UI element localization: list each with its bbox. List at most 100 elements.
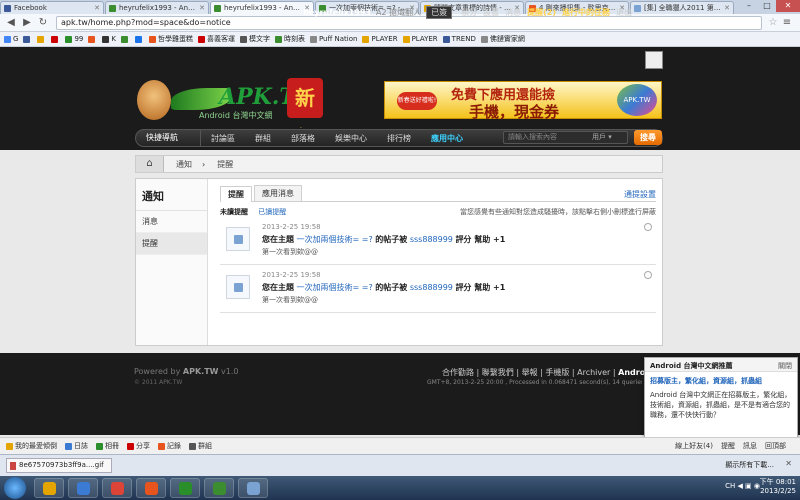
- reload-icon[interactable]: ↻: [36, 16, 50, 30]
- taskbar-app-button[interactable]: [238, 478, 268, 498]
- delete-notice-icon[interactable]: [644, 223, 652, 231]
- bookmark-item[interactable]: [51, 35, 60, 43]
- signed-badge[interactable]: 已簽: [426, 6, 453, 19]
- nav-item[interactable]: 排行榜: [377, 133, 421, 144]
- messages-link[interactable]: 消息: [505, 7, 521, 18]
- bookmark-item[interactable]: 喜義客運: [197, 34, 235, 44]
- tasks-link[interactable]: 進行中的任務: [562, 7, 610, 18]
- browser-tab[interactable]: heyrufelix1993 - Andr... ✕: [210, 1, 314, 14]
- close-tab-icon[interactable]: ✕: [199, 4, 205, 12]
- show-all-downloads-link[interactable]: 顯示所有下載...: [725, 460, 774, 470]
- delete-notice-icon[interactable]: [644, 271, 652, 279]
- notice-user-link[interactable]: sss888999: [410, 235, 453, 244]
- bookmark-item[interactable]: [23, 35, 32, 43]
- avatar[interactable]: [645, 51, 663, 69]
- close-window-button[interactable]: ✕: [776, 0, 800, 12]
- taskbar-app-button[interactable]: [136, 478, 166, 498]
- tab-app-messages[interactable]: 應用消息: [254, 185, 302, 201]
- system-tray[interactable]: CH ◀ ▣ ◉: [725, 482, 760, 490]
- bookmark-item[interactable]: 模文字: [239, 34, 270, 44]
- close-download-bar-icon[interactable]: ✕: [785, 459, 792, 468]
- points-link[interactable]: 積分: [461, 7, 477, 18]
- taskbar-app-button[interactable]: [68, 478, 98, 498]
- bottom-toolbar-item[interactable]: 記錄: [158, 441, 181, 451]
- notice-topic-link[interactable]: 一次加兩個技術= =?: [297, 235, 373, 244]
- footer-link[interactable]: Archiver: [577, 368, 610, 377]
- nav-item[interactable]: 應用中心: [421, 133, 473, 144]
- sidebar-item-messages[interactable]: 消息: [136, 211, 207, 233]
- notice-topic-link[interactable]: 一次加兩個技術= =?: [297, 283, 373, 292]
- tab-remind[interactable]: 提醒: [220, 186, 252, 202]
- taskbar-app-button[interactable]: [170, 478, 200, 498]
- popup-title-link[interactable]: 招募版主，繁化組，資源組，抓蟲組: [645, 372, 797, 388]
- search-type-select[interactable]: 用戶 ▾: [592, 132, 612, 142]
- bookmark-star-icon[interactable]: ☆: [766, 17, 780, 28]
- bottom-right-item[interactable]: 提醒: [721, 441, 735, 451]
- menu-icon[interactable]: ≡: [780, 16, 794, 30]
- footer-link[interactable]: 合作勸路: [442, 368, 474, 377]
- bookmark-item[interactable]: [88, 35, 97, 43]
- browser-tab[interactable]: [集] 全職獵人2011 第6... ✕: [630, 1, 734, 14]
- nav-item[interactable]: 娛樂中心: [325, 133, 377, 144]
- close-tab-icon[interactable]: ✕: [94, 4, 100, 12]
- bookmark-item[interactable]: PLAYER: [362, 35, 398, 43]
- home-icon[interactable]: ⌂: [136, 156, 164, 172]
- nav-item[interactable]: 群組: [245, 133, 281, 144]
- start-button[interactable]: [4, 477, 26, 499]
- bottom-toolbar-item[interactable]: 我的最愛傾倒: [6, 441, 57, 451]
- username-link[interactable]: heyrufelix1993: [303, 8, 371, 17]
- notice-user-link[interactable]: sss888999: [410, 283, 453, 292]
- site-logo[interactable]: APK.TW Android 台灣中文網 新年: [137, 76, 327, 150]
- unread-filter[interactable]: 未讀提醒: [220, 208, 248, 216]
- bottom-right-item[interactable]: 線上好友(4): [675, 441, 713, 451]
- taskbar-app-button[interactable]: [34, 478, 64, 498]
- bookmark-item[interactable]: PLAYER: [402, 35, 438, 43]
- download-item[interactable]: 8e67570973b3ff9a....gif: [6, 458, 112, 473]
- taskbar-app-button[interactable]: [102, 478, 132, 498]
- maximize-button[interactable]: □: [758, 0, 776, 12]
- forward-icon[interactable]: ▶: [20, 16, 34, 30]
- bookmark-item[interactable]: [120, 35, 130, 43]
- bottom-toolbar-item[interactable]: 分享: [127, 441, 150, 451]
- sidebar-item-remind[interactable]: 提醒: [136, 233, 207, 255]
- bookmark-item[interactable]: [134, 35, 144, 43]
- powered-name[interactable]: APK.TW: [183, 367, 219, 376]
- logout-link[interactable]: 退出: [616, 7, 632, 18]
- remind-settings-link[interactable]: 通提設置: [624, 189, 656, 200]
- bookmark-item[interactable]: TREND: [442, 35, 476, 43]
- read-filter[interactable]: 已讀提醒: [258, 208, 286, 216]
- bottom-right-item[interactable]: 訊息: [743, 441, 757, 451]
- bookmark-item[interactable]: 時刻表: [274, 34, 305, 44]
- bookmark-item[interactable]: 佛鏈實家網: [480, 34, 525, 44]
- bookmark-item[interactable]: 99: [65, 35, 83, 43]
- bottom-toolbar-item[interactable]: 日誌: [65, 441, 88, 451]
- online-status[interactable]: A2 搶熾翻人: [376, 7, 421, 18]
- browser-tab[interactable]: heyrufelix1993 - Andr... ✕: [105, 1, 209, 14]
- search-button[interactable]: 搜尋: [634, 130, 662, 145]
- browser-tab[interactable]: Facebook ✕: [0, 1, 104, 14]
- footer-link[interactable]: 聯繫我們: [482, 368, 514, 377]
- bookmark-item[interactable]: Puff Nation: [309, 35, 357, 43]
- bookmark-item[interactable]: K: [102, 35, 116, 43]
- bottom-toolbar-item[interactable]: 相冊: [96, 441, 119, 451]
- back-icon[interactable]: ◀: [4, 16, 18, 30]
- bookmark-item[interactable]: [37, 35, 46, 43]
- taskbar-app-button[interactable]: [204, 478, 234, 498]
- bottom-right-item[interactable]: 回頂部: [765, 441, 786, 451]
- ad-banner[interactable]: 新春送好禮啦! 免費下應用還能撿 手機，現金券 APK.TW: [384, 81, 662, 121]
- remind-link[interactable]: 提醒(2): [527, 7, 556, 18]
- bottom-toolbar-item[interactable]: 群組: [189, 441, 212, 451]
- popup-close-button[interactable]: 關閉: [778, 361, 792, 371]
- settings-link[interactable]: 設置: [483, 7, 499, 18]
- quick-nav-button[interactable]: 快捷導航: [136, 129, 201, 147]
- minimize-button[interactable]: –: [740, 0, 758, 12]
- clock[interactable]: 下午 08:01 2013/2/25: [760, 478, 796, 496]
- footer-link[interactable]: 手機版: [545, 368, 569, 377]
- breadcrumb-item-notice[interactable]: 通知: [164, 159, 202, 170]
- footer-link[interactable]: 舉報: [522, 368, 538, 377]
- nav-item[interactable]: 部落格: [281, 133, 325, 144]
- nav-item[interactable]: 討論區: [201, 133, 245, 144]
- bookmark-item[interactable]: 哲學雞蛋糕: [148, 34, 193, 44]
- close-tab-icon[interactable]: ✕: [724, 4, 730, 12]
- bookmark-item[interactable]: G: [4, 35, 18, 43]
